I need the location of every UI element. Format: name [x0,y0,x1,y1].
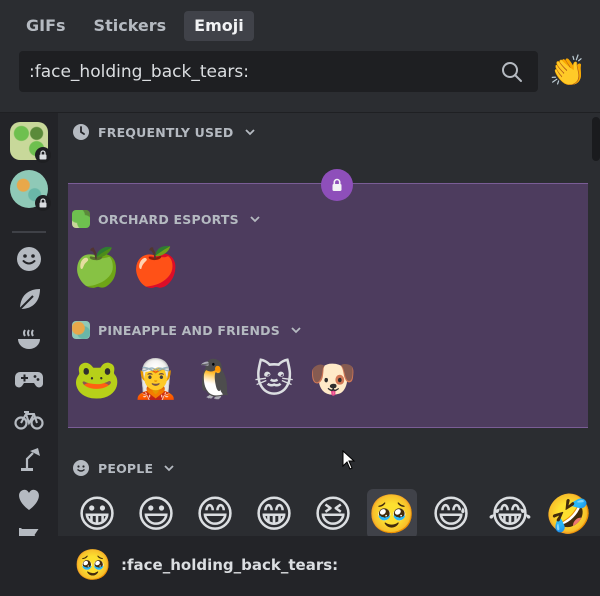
section-title-text: ORCHARD ESPORTS [98,211,239,227]
section-title-text: FREQUENTLY USED [98,124,234,140]
preview-emoji: 🥹 [74,548,112,583]
category-sidebar [0,113,58,596]
emoji-dog[interactable]: 🐶 [308,354,358,404]
sidebar-guild-pineapple[interactable] [10,170,51,211]
preview-label: :face_holding_back_tears: [121,556,339,574]
emoji-smile[interactable]: 😄 [190,489,240,539]
section-title-text: PINEAPPLE AND FRIENDS [98,322,280,338]
tab-stickers[interactable]: Stickers [84,11,177,41]
section-pineapple-and-friends[interactable]: PINEAPPLE AND FRIENDS [72,321,302,339]
sidebar-guild-orchard-esports[interactable] [10,122,51,163]
picker-tabs: GIFs Stickers Emoji [16,11,254,41]
lock-icon[interactable] [321,169,353,201]
food-bowl-icon[interactable] [10,320,48,358]
section-orchard-esports[interactable]: ORCHARD ESPORTS [72,210,261,228]
picker-content: FREQUENTLY USED ORCHARD ESPORTS 🍏 🍎 PINE… [0,112,600,596]
smile-icon [73,460,89,476]
emoji-laughing[interactable]: 😆 [308,489,358,539]
smile-icon[interactable] [10,240,48,278]
emoji-picker: GIFs Stickers Emoji 👏 [0,0,600,596]
chevron-down-icon [164,465,174,472]
scrollbar[interactable] [592,113,600,596]
search-input[interactable] [29,51,489,92]
locked-emoji-region: ORCHARD ESPORTS 🍏 🍎 PINEAPPLE AND FRIEND… [68,169,588,428]
emoji-cat[interactable]: 🐱 [249,354,299,404]
emoji-list[interactable]: FREQUENTLY USED ORCHARD ESPORTS 🍏 🍎 PINE… [58,113,590,596]
guild-icon [10,122,51,163]
emoji-joy[interactable]: 😂 [485,489,535,539]
lock-icon [35,195,51,211]
emoji-face-holding-back-tears[interactable]: 🥹 [367,489,417,539]
sidebar-divider [12,231,46,233]
search-box [19,51,538,92]
lamp-icon[interactable] [10,440,48,478]
emoji-row: 🐸 🧝 🐧 🐱 🐶 [72,354,358,404]
section-people[interactable]: PEOPLE [72,459,175,477]
scroll-thumb[interactable] [592,117,600,161]
emoji-preview-footer: 🥹 :face_holding_back_tears: [0,536,600,596]
tab-gifs[interactable]: GIFs [16,11,76,41]
emoji-red-apple[interactable]: 🍎 [131,242,181,292]
guild-icon [10,170,51,211]
tab-emoji[interactable]: Emoji [184,11,254,41]
heart-icon[interactable] [10,480,48,518]
section-title-text: PEOPLE [98,460,154,476]
leaf-icon[interactable] [10,280,48,318]
bicycle-icon[interactable] [10,400,48,438]
emoji-sweat-smile[interactable]: 😅 [426,489,476,539]
clock-icon [73,124,89,140]
lock-icon [35,147,51,163]
mouse-cursor-icon [342,450,356,470]
guild-icon [72,321,90,339]
emoji-green-apple[interactable]: 🍏 [72,242,122,292]
search-icon[interactable] [500,60,524,84]
emoji-frog[interactable]: 🐸 [72,354,122,404]
guild-icon [72,210,90,228]
clapping-hands-icon[interactable]: 👏 [548,52,588,92]
emoji-row: 😀 😃 😄 😁 😆 🥹 😅 😂 🤣 [72,489,590,539]
chevron-down-icon [250,216,260,223]
emoji-row: 🍏 🍎 [72,242,181,292]
chevron-down-icon [291,327,301,334]
emoji-elf[interactable]: 🧝 [131,354,181,404]
emoji-penguin[interactable]: 🐧 [190,354,240,404]
section-frequently-used[interactable]: FREQUENTLY USED [72,123,256,141]
emoji-grinning[interactable]: 😀 [72,489,122,539]
gamepad-icon[interactable] [10,360,48,398]
emoji-smiley[interactable]: 😃 [131,489,181,539]
emoji-grin[interactable]: 😁 [249,489,299,539]
chevron-down-icon [244,129,255,136]
emoji-rofl[interactable]: 🤣 [544,489,590,539]
